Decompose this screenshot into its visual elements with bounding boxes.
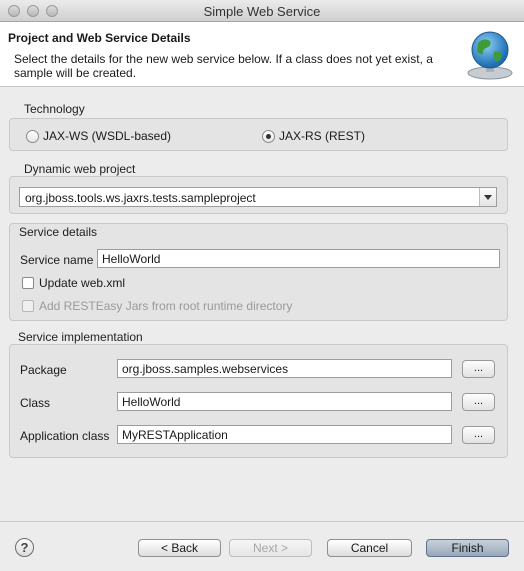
back-button[interactable]: < Back	[138, 539, 221, 557]
resteasy-jars-label: Add RESTEasy Jars from root runtime dire…	[39, 299, 293, 313]
project-value: org.jboss.tools.ws.jaxrs.tests.samplepro…	[25, 191, 256, 205]
update-webxml-checkbox[interactable]	[22, 277, 34, 289]
technology-label: Technology	[24, 102, 85, 116]
technology-group: JAX-WS (WSDL-based) JAX-RS (REST)	[9, 118, 508, 151]
web-service-globe-icon	[467, 31, 513, 80]
page-title: Project and Web Service Details	[8, 31, 191, 45]
page-description: Select the details for the new web servi…	[14, 52, 433, 80]
application-class-browse-button[interactable]: ...	[462, 426, 495, 444]
resteasy-jars-checkbox[interactable]	[22, 300, 34, 312]
class-label: Class	[20, 396, 51, 410]
jax-rs-radio[interactable]	[262, 130, 275, 143]
service-name-input[interactable]: HelloWorld	[97, 249, 500, 268]
package-input[interactable]: org.jboss.samples.webservices	[117, 359, 452, 378]
wizard-header: Project and Web Service Details Select t…	[0, 22, 524, 87]
cancel-button[interactable]: Cancel	[327, 539, 412, 557]
help-icon[interactable]: ?	[15, 538, 34, 557]
finish-button[interactable]: Finish	[426, 539, 509, 557]
jax-ws-radio[interactable]	[26, 130, 39, 143]
chevron-down-icon[interactable]	[479, 188, 496, 206]
next-button[interactable]: Next >	[229, 539, 312, 557]
title-bar: Simple Web Service	[0, 0, 524, 22]
service-details-group: Service details Service name HelloWorld …	[9, 223, 508, 321]
project-label: Dynamic web project	[24, 162, 136, 176]
service-implementation-label: Service implementation	[18, 330, 143, 344]
application-class-input[interactable]: MyRESTApplication	[117, 425, 452, 444]
service-name-label: Service name	[20, 253, 94, 267]
class-browse-button[interactable]: ...	[462, 393, 495, 411]
wizard-window: Simple Web Service Project and Web Servi…	[0, 0, 524, 571]
window-title: Simple Web Service	[203, 4, 321, 19]
update-webxml-label[interactable]: Update web.xml	[39, 276, 125, 290]
application-class-label: Application class	[20, 429, 110, 443]
class-input[interactable]: HelloWorld	[117, 392, 452, 411]
project-combo[interactable]: org.jboss.tools.ws.jaxrs.tests.samplepro…	[19, 187, 497, 207]
jax-rs-label[interactable]: JAX-RS (REST)	[279, 129, 365, 143]
package-browse-button[interactable]: ...	[462, 360, 495, 378]
footer-divider	[0, 521, 524, 522]
service-details-label: Service details	[19, 225, 98, 239]
jax-ws-label[interactable]: JAX-WS (WSDL-based)	[43, 129, 171, 143]
package-label: Package	[20, 363, 67, 377]
